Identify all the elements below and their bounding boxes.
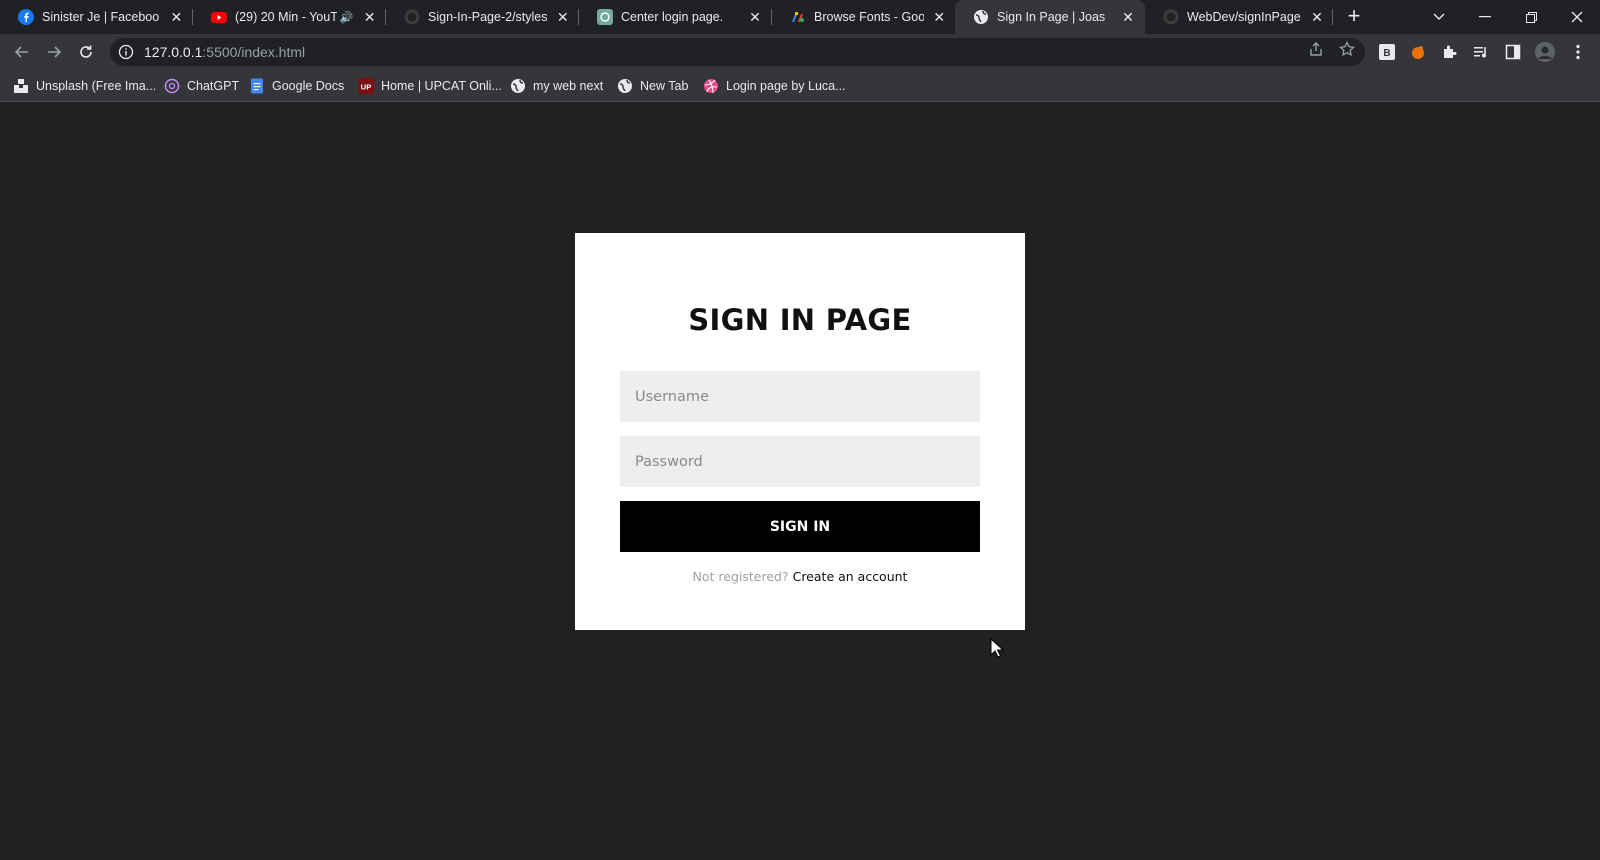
kebab-menu-icon[interactable] <box>1568 42 1588 62</box>
bookmarks-bar: Unsplash (Free Ima... ChatGPT Google Doc… <box>0 70 1600 102</box>
unsplash-icon <box>13 78 29 94</box>
page-viewport: SIGN IN PAGE SIGN IN Not registered? Cre… <box>0 102 1600 860</box>
tab-github-styles[interactable]: Sign-In-Page-2/styles.c ✕ <box>386 0 579 34</box>
bookmark-label: Google Docs <box>272 79 345 93</box>
close-icon[interactable]: ✕ <box>1309 8 1325 26</box>
browser-toolbar: 127.0.0.1:5500/index.html B <box>0 34 1600 70</box>
address-bar[interactable]: 127.0.0.1:5500/index.html <box>110 38 1365 66</box>
tab-search-icon[interactable] <box>1416 0 1462 34</box>
bookmark-upcat[interactable]: UP Home | UPCAT Onli... <box>358 77 502 95</box>
tab-title: WebDev/signInPage at <box>1187 10 1301 24</box>
new-tab-button[interactable]: + <box>1342 5 1366 29</box>
sign-in-button[interactable]: SIGN IN <box>620 501 980 552</box>
close-icon[interactable]: ✕ <box>746 8 764 26</box>
bookmark-unsplash[interactable]: Unsplash (Free Ima... <box>13 77 156 95</box>
globe-icon <box>973 9 989 25</box>
tab-title: Sign In Page | Joas <box>997 10 1106 24</box>
extensions-puzzle-icon[interactable] <box>1440 42 1460 62</box>
bookmark-label: ChatGPT <box>187 79 240 93</box>
media-control-icon[interactable] <box>1471 42 1491 62</box>
login-card: SIGN IN PAGE SIGN IN Not registered? Cre… <box>575 233 1025 630</box>
bookmark-my-web-next[interactable]: my web next <box>510 77 603 95</box>
minimize-icon[interactable] <box>1462 0 1508 34</box>
password-input[interactable] <box>620 436 980 487</box>
bookmark-chatgpt[interactable]: ChatGPT <box>164 77 239 95</box>
dribbble-icon <box>703 78 719 94</box>
tab-strip: Sinister Je | Facebook ✕ (29) 20 Min - Y… <box>0 0 1600 34</box>
close-icon[interactable]: ✕ <box>361 8 378 26</box>
share-icon[interactable] <box>1307 40 1325 58</box>
bookmark-label: New Tab <box>640 79 689 93</box>
profile-avatar-icon[interactable] <box>1535 42 1555 62</box>
bookmark-label: my web next <box>533 79 604 93</box>
register-prompt: Not registered? Create an account <box>575 569 1025 584</box>
forward-button[interactable] <box>42 40 66 64</box>
bookmark-label: Login page by Luca... <box>726 79 846 93</box>
globe-icon <box>617 78 633 94</box>
chatgpt-icon <box>164 78 180 94</box>
url-path: :5500/index.html <box>202 44 306 60</box>
chatgpt-icon <box>597 9 613 25</box>
orange-extension-icon[interactable] <box>1408 42 1428 62</box>
username-input[interactable] <box>620 371 980 422</box>
upcat-icon: UP <box>358 78 374 94</box>
tab-title: Sinister Je | Facebook <box>42 10 160 24</box>
not-registered-text: Not registered? <box>692 569 789 584</box>
tab-google-fonts[interactable]: Browse Fonts - Google ✕ <box>772 0 955 34</box>
youtube-icon <box>211 9 227 25</box>
bookmark-new-tab[interactable]: New Tab <box>617 77 688 95</box>
restore-icon[interactable] <box>1508 0 1554 34</box>
tab-title: Center login page. <box>621 10 724 24</box>
reload-button[interactable] <box>74 40 98 64</box>
window-close-icon[interactable] <box>1554 0 1600 34</box>
tab-title: Sign-In-Page-2/styles.c <box>428 10 547 24</box>
svg-text:B: B <box>1383 48 1390 59</box>
google-fonts-icon <box>790 9 806 25</box>
bookmark-login-page[interactable]: Login page by Luca... <box>703 77 846 95</box>
globe-icon <box>510 78 526 94</box>
bookmark-star-icon[interactable] <box>1338 40 1356 58</box>
bookmark-label: Home | UPCAT Onli... <box>381 79 502 93</box>
url-host: 127.0.0.1 <box>144 44 203 60</box>
url-text: 127.0.0.1:5500/index.html <box>144 44 305 60</box>
google-docs-icon <box>249 78 265 94</box>
bookmark-label: Unsplash (Free Ima... <box>36 79 157 93</box>
tab-sign-in-page[interactable]: Sign In Page | Joas ✕ <box>955 0 1145 34</box>
github-icon <box>1163 9 1179 25</box>
side-panel-icon[interactable] <box>1503 42 1523 62</box>
create-account-link[interactable]: Create an account <box>793 569 908 584</box>
back-button[interactable] <box>10 40 34 64</box>
b-extension-icon[interactable]: B <box>1377 42 1397 62</box>
github-icon <box>404 9 420 25</box>
tab-facebook[interactable]: Sinister Je | Facebook ✕ <box>0 0 193 34</box>
tab-youtube[interactable]: (29) 20 Min - YouTu 🔊 ✕ <box>193 0 386 34</box>
bookmark-google-docs[interactable]: Google Docs <box>249 77 344 95</box>
speaker-icon[interactable]: 🔊 <box>339 11 353 24</box>
info-icon[interactable] <box>118 44 134 60</box>
svg-text:UP: UP <box>361 83 371 92</box>
tab-chatgpt[interactable]: Center login page. ✕ <box>579 0 772 34</box>
tab-title: Browse Fonts - Google <box>814 10 924 24</box>
tab-github-webdev[interactable]: WebDev/signInPage at ✕ <box>1145 0 1333 34</box>
close-icon[interactable]: ✕ <box>1119 8 1137 26</box>
tab-title: (29) 20 Min - YouTu <box>235 10 338 24</box>
mouse-cursor-icon <box>990 637 1005 658</box>
close-icon[interactable]: ✕ <box>932 8 947 26</box>
close-icon[interactable]: ✕ <box>555 8 572 26</box>
page-title: SIGN IN PAGE <box>688 303 912 337</box>
tab-separator <box>1332 9 1333 25</box>
facebook-icon <box>18 9 34 25</box>
close-icon[interactable]: ✕ <box>168 8 185 26</box>
